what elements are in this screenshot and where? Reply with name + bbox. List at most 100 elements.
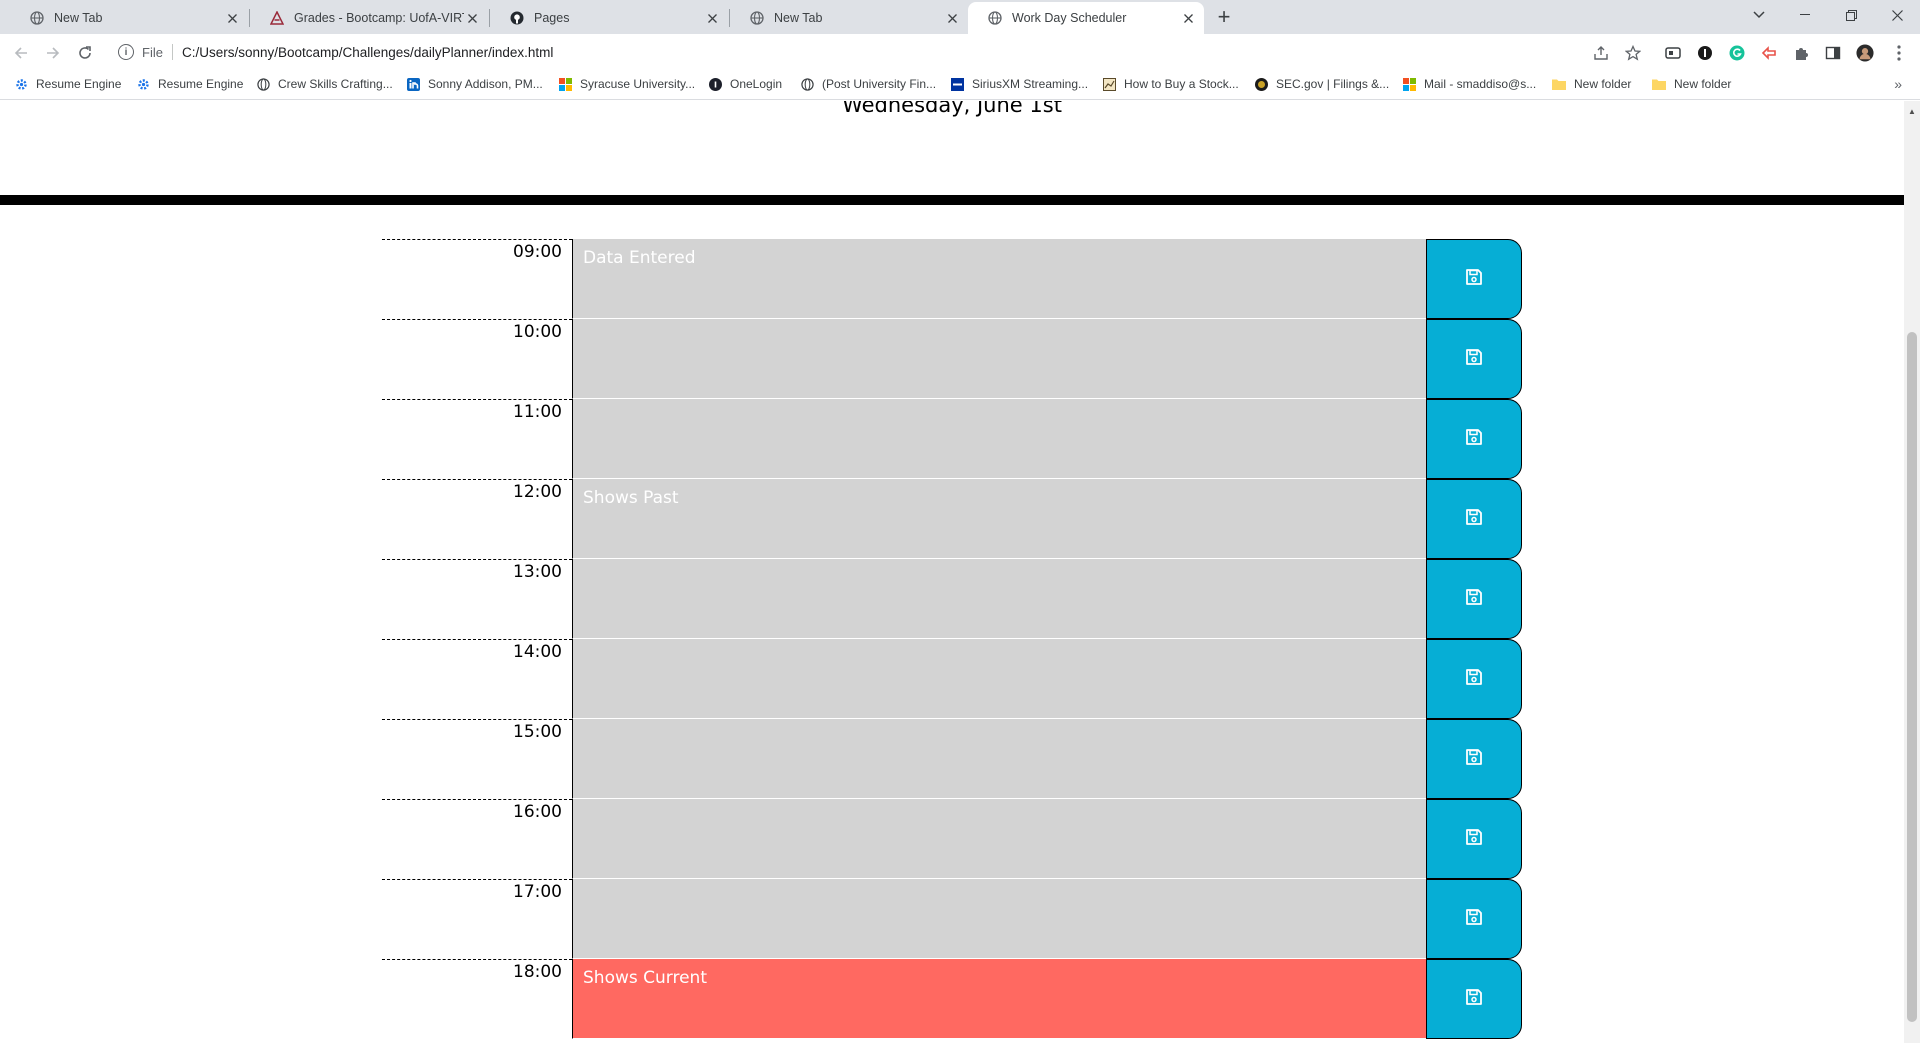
more-bookmarks-icon[interactable]: »: [1894, 76, 1902, 92]
url-text[interactable]: C:/Users/sonny/Bootcamp/Challenges/daily…: [182, 45, 553, 60]
minimize-icon[interactable]: [1782, 0, 1828, 30]
forward-icon[interactable]: [40, 40, 66, 66]
save-button[interactable]: [1426, 799, 1522, 879]
bookmark-item[interactable]: New folder: [1652, 77, 1731, 91]
save-button[interactable]: [1426, 959, 1522, 1039]
time-block-row: 18:00 Shows Current: [382, 959, 1522, 1039]
stock-icon: [1102, 77, 1116, 91]
bookmarks-bar: Resume Engine Resume Engine Crew Skills Cr…: [0, 70, 1920, 100]
tab-search-icon[interactable]: [1736, 0, 1782, 30]
bookmark-item[interactable]: How to Buy a Stock...: [1102, 77, 1239, 91]
time-block-row: 15:00: [382, 719, 1522, 799]
bookmark-item[interactable]: Crew Skills Crafting...: [256, 77, 393, 91]
event-textarea[interactable]: [572, 719, 1428, 799]
tab-1[interactable]: New Tab: [10, 2, 248, 34]
save-button[interactable]: [1426, 399, 1522, 479]
extension-reader-icon[interactable]: [1664, 44, 1682, 62]
scroll-up-arrow[interactable]: ▲: [1907, 107, 1917, 117]
globe-icon: [750, 11, 764, 25]
time-block-row: 12:00 Shows Past: [382, 479, 1522, 559]
save-button[interactable]: [1426, 879, 1522, 959]
scheme-label: File: [142, 44, 163, 60]
bookmark-item[interactable]: SEC.gov | Filings &...: [1254, 77, 1389, 91]
tab-close-icon[interactable]: [704, 10, 720, 26]
tab-5[interactable]: Work Day Scheduler: [968, 2, 1204, 34]
onepassword-icon[interactable]: [1696, 44, 1714, 62]
extensions-puzzle-icon[interactable]: [1792, 44, 1810, 62]
save-button[interactable]: [1426, 719, 1522, 799]
share-icon[interactable]: [1592, 44, 1610, 62]
hour-label: 15:00: [382, 719, 572, 799]
new-tab-button[interactable]: +: [1212, 6, 1236, 30]
bookmark-label: (Post University Fin...: [822, 77, 937, 91]
event-textarea[interactable]: Shows Past: [572, 479, 1428, 559]
bookmark-item[interactable]: OneLogin: [708, 77, 782, 91]
event-textarea[interactable]: [572, 399, 1428, 479]
grammarly-icon[interactable]: [1728, 44, 1746, 62]
address-bar[interactable]: i File C:/Users/sonny/Bootcamp/Challenge…: [108, 37, 1648, 67]
event-textarea[interactable]: [572, 639, 1428, 719]
scrollbar-thumb[interactable]: [1907, 332, 1917, 1022]
onelogin-icon: [708, 77, 722, 91]
site-info-icon[interactable]: i: [118, 44, 134, 60]
close-window-icon[interactable]: [1874, 0, 1920, 30]
globe-icon: [800, 77, 814, 91]
red-extension-icon[interactable]: [1760, 44, 1778, 62]
floppy-disk-icon: [1465, 828, 1483, 851]
bookmark-item[interactable]: New folder: [1552, 77, 1631, 91]
reload-icon[interactable]: [72, 40, 98, 66]
profile-avatar-icon[interactable]: [1856, 44, 1874, 62]
tab-4[interactable]: New Tab: [730, 2, 968, 34]
tab-close-icon[interactable]: [224, 10, 240, 26]
menu-kebab-icon[interactable]: [1890, 44, 1908, 62]
event-textarea[interactable]: [572, 559, 1428, 639]
bookmark-label: Syracuse University...: [580, 77, 696, 91]
back-icon[interactable]: [8, 40, 34, 66]
save-button[interactable]: [1426, 319, 1522, 399]
event-textarea[interactable]: [572, 799, 1428, 879]
bookmark-item[interactable]: Resume Engine: [136, 77, 243, 91]
save-button[interactable]: [1426, 239, 1522, 319]
restore-icon[interactable]: [1828, 0, 1874, 30]
bookmark-label: SiriusXM Streaming...: [972, 77, 1089, 91]
tab-close-icon[interactable]: [464, 10, 480, 26]
globe-icon: [30, 11, 44, 25]
save-button[interactable]: [1426, 479, 1522, 559]
bookmark-item[interactable]: Mail - smaddiso@s...: [1402, 77, 1536, 91]
globe-icon: [988, 11, 1002, 25]
time-block-row: 10:00: [382, 319, 1522, 399]
bookmark-item[interactable]: (Post University Fin...: [800, 77, 936, 91]
hour-label: 10:00: [382, 319, 572, 399]
bookmark-item[interactable]: Syracuse University...: [558, 77, 695, 91]
canvas-icon: [270, 11, 284, 25]
hour-label: 12:00: [382, 479, 572, 559]
tab-title: Work Day Scheduler: [1012, 11, 1127, 25]
floppy-disk-icon: [1465, 988, 1483, 1011]
tab-close-icon[interactable]: [1180, 10, 1196, 26]
floppy-disk-icon: [1465, 268, 1483, 291]
bookmark-label: Mail - smaddiso@s...: [1424, 77, 1537, 91]
side-panel-icon[interactable]: [1824, 44, 1842, 62]
tab-3[interactable]: Pages: [490, 2, 728, 34]
bookmark-item[interactable]: Sonny Addison, PM...: [406, 77, 543, 91]
bookmark-label: SEC.gov | Filings &...: [1276, 77, 1390, 91]
browser-toolbar: i File C:/Users/sonny/Bootcamp/Challenge…: [0, 34, 1920, 70]
tab-2[interactable]: Grades - Bootcamp: UofA-VIRT-F: [250, 2, 488, 34]
tab-close-icon[interactable]: [944, 10, 960, 26]
hour-label: 14:00: [382, 639, 572, 719]
event-textarea[interactable]: [572, 879, 1428, 959]
event-textarea[interactable]: Data Entered: [572, 239, 1428, 319]
bookmark-label: New folder: [1674, 77, 1732, 91]
header-divider: [0, 195, 1904, 205]
event-textarea[interactable]: [572, 319, 1428, 399]
bookmark-item[interactable]: Resume Engine: [14, 77, 121, 91]
bookmark-label: Resume Engine: [158, 77, 244, 91]
save-button[interactable]: [1426, 639, 1522, 719]
event-textarea[interactable]: Shows Current: [572, 959, 1428, 1039]
gear-icon: [14, 77, 28, 91]
save-button[interactable]: [1426, 559, 1522, 639]
tab-title: New Tab: [54, 11, 103, 25]
time-block-row: 13:00: [382, 559, 1522, 639]
bookmark-star-icon[interactable]: [1624, 44, 1642, 62]
bookmark-item[interactable]: SiriusXM Streaming...: [950, 77, 1088, 91]
